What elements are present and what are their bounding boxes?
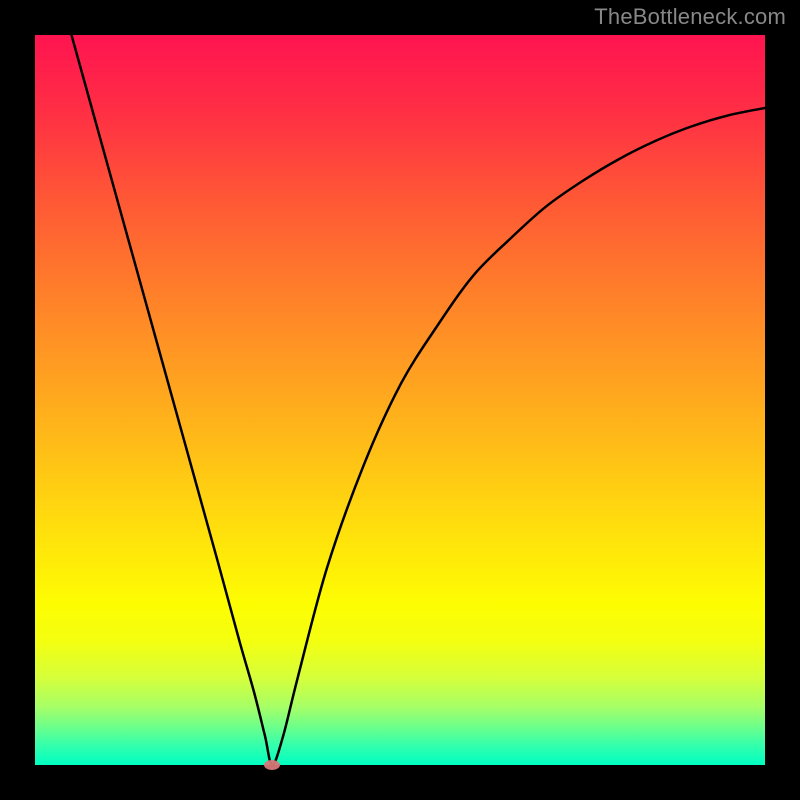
minimum-marker xyxy=(264,760,280,770)
watermark-text: TheBottleneck.com xyxy=(594,4,786,30)
plot-area xyxy=(35,35,765,765)
chart-frame: TheBottleneck.com xyxy=(0,0,800,800)
bottleneck-curve xyxy=(35,35,765,765)
